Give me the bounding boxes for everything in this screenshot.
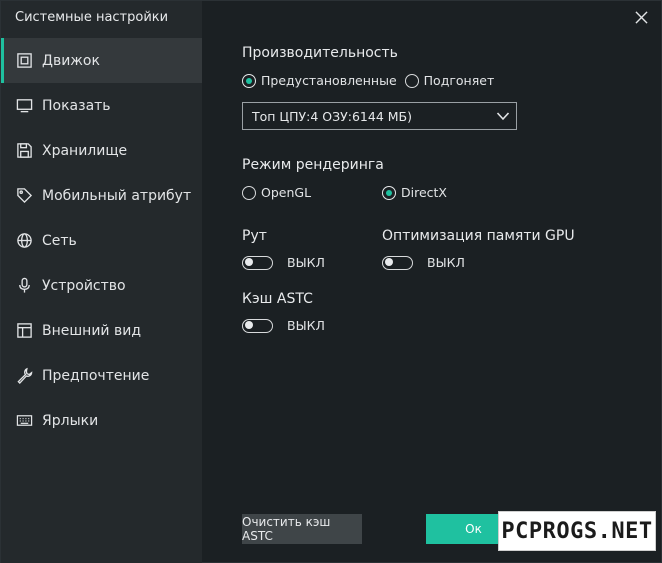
sidebar-item-device[interactable]: Устройство	[1, 263, 202, 308]
astc-cache-toggle[interactable]	[242, 318, 273, 333]
radio-opengl[interactable]	[242, 185, 256, 200]
sidebar-item-display[interactable]: Показать	[1, 83, 202, 128]
sidebar-nav: Движок Показать Хранилище Мобильный атри…	[1, 38, 202, 443]
gpu-toggle-state: ВЫКЛ	[427, 255, 465, 270]
radio-directx[interactable]	[382, 185, 396, 200]
gpu-toggle-row: ВЫКЛ	[382, 255, 465, 270]
root-toggle-row: ВЫКЛ	[242, 255, 325, 270]
tag-icon	[15, 187, 33, 205]
sidebar-item-network[interactable]: Сеть	[1, 218, 202, 263]
clear-astc-cache-button[interactable]: Очистить кэш ASTC	[242, 514, 362, 544]
sidebar: Системные настройки Движок Показать Хран…	[1, 1, 202, 563]
performance-radio-group: Предустановленные Подгоняет	[242, 73, 502, 88]
render-mode-label: Режим рендеринга	[242, 157, 384, 173]
sidebar-item-mobile-attribute[interactable]: Мобильный атрибут	[1, 173, 202, 218]
radio-directx-label: DirectX	[401, 185, 447, 200]
sidebar-item-preference[interactable]: Предпочтение	[1, 353, 202, 398]
astc-toggle-state: ВЫКЛ	[287, 318, 325, 333]
astc-cache-label: Кэш ASTC	[242, 291, 313, 307]
root-toggle-state: ВЫКЛ	[287, 255, 325, 270]
monitor-icon	[15, 97, 33, 115]
radio-preset-label: Предустановленные	[261, 73, 397, 88]
sidebar-item-label: Движок	[42, 52, 100, 69]
radio-opengl-label: OpenGL	[261, 185, 312, 200]
close-button[interactable]	[631, 7, 651, 27]
sidebar-item-label: Мобильный атрибут	[42, 187, 192, 204]
astc-toggle-row: ВЫКЛ	[242, 318, 325, 333]
sidebar-item-label: Показать	[42, 97, 111, 114]
gpu-memory-label: Оптимизация памяти GPU	[382, 228, 575, 244]
radio-preset[interactable]	[242, 73, 256, 88]
performance-preset-dropdown[interactable]: Топ ЦПУ:4 ОЗУ:6144 МБ)	[242, 102, 517, 130]
watermark-logo: PCPROGS.NET	[498, 511, 656, 551]
sidebar-item-label: Ярлыки	[42, 412, 99, 429]
root-label: Рут	[242, 228, 267, 244]
radio-custom[interactable]	[404, 73, 419, 88]
performance-label: Производительность	[242, 45, 398, 61]
floppy-disk-icon	[15, 142, 33, 160]
wrench-icon	[15, 367, 33, 385]
render-opengl-option: OpenGL	[242, 185, 319, 200]
keyboard-icon	[15, 412, 33, 430]
sidebar-item-label: Предпочтение	[42, 367, 150, 384]
sidebar-item-label: Хранилище	[42, 142, 128, 159]
settings-window: Системные настройки Движок Показать Хран…	[0, 0, 662, 563]
sidebar-item-label: Сеть	[42, 232, 77, 249]
render-directx-option: DirectX	[382, 185, 455, 200]
sidebar-item-label: Устройство	[42, 277, 126, 294]
sidebar-item-shortcuts[interactable]: Ярлыки	[1, 398, 202, 443]
sidebar-item-label: Внешний вид	[42, 322, 142, 339]
gpu-memory-toggle[interactable]	[382, 255, 413, 270]
radio-custom-label: Подгоняет	[423, 73, 495, 88]
sidebar-item-storage[interactable]: Хранилище	[1, 128, 202, 173]
root-toggle[interactable]	[242, 255, 273, 270]
close-icon	[634, 10, 648, 24]
sidebar-item-engine[interactable]: Движок	[1, 38, 202, 83]
chevron-down-icon	[496, 112, 510, 121]
dropdown-value: Топ ЦПУ:4 ОЗУ:6144 МБ)	[252, 108, 412, 124]
window-layout-icon	[15, 322, 33, 340]
globe-icon	[15, 232, 33, 250]
sidebar-item-appearance[interactable]: Внешний вид	[1, 308, 202, 353]
chip-icon	[15, 52, 33, 70]
microphone-icon	[15, 277, 33, 295]
window-title: Системные настройки	[15, 10, 169, 25]
